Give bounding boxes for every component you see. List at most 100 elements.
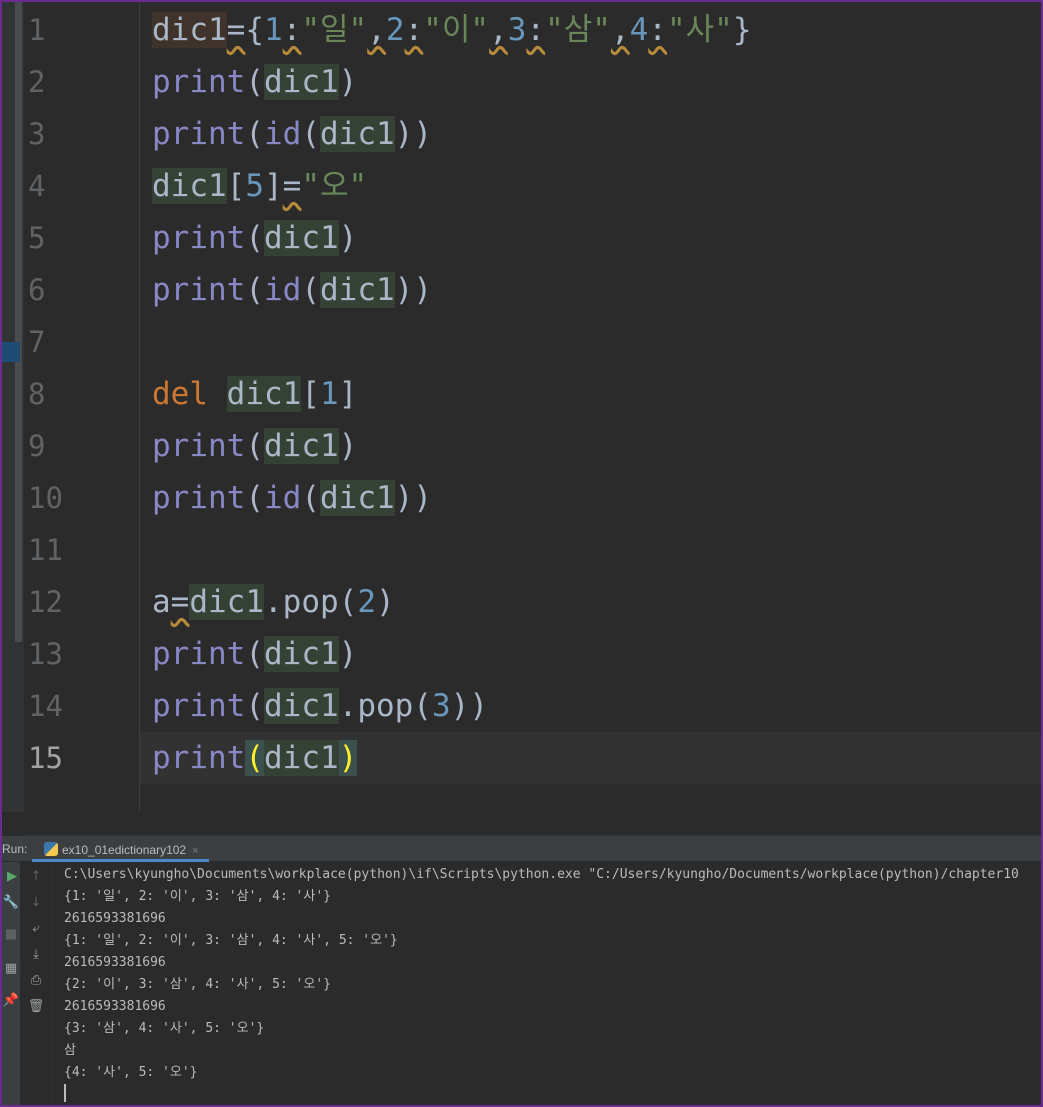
structure-strip — [2, 2, 24, 812]
soft-wrap-icon[interactable]: ⤶ — [26, 920, 46, 938]
bookmark-marker — [2, 342, 20, 362]
code-token: ( — [301, 480, 320, 516]
code-line[interactable]: print(id(dic1)) — [152, 472, 432, 524]
line-number[interactable]: 1 — [24, 4, 134, 56]
code-token: ) — [338, 636, 358, 672]
code-token: ( — [245, 64, 264, 100]
code-line[interactable]: dic1[5]="오" — [152, 160, 367, 212]
line-number[interactable]: 7 — [24, 316, 134, 368]
console-output-line: 2616593381696 — [64, 911, 166, 926]
code-token: print — [152, 428, 246, 464]
line-number-gutter: 1 2 3 4 5 6 7 8 9 10 11 12 13 14 15 — [24, 2, 140, 812]
layout-icon[interactable]: ▦ — [2, 960, 21, 978]
console-input-line[interactable] — [64, 1084, 1041, 1105]
code-token: , — [367, 12, 386, 48]
print-icon[interactable]: ⎙ — [26, 972, 46, 990]
code-token: dic1 — [264, 688, 339, 724]
code-token: "일" — [301, 12, 368, 48]
code-token: dic1 — [264, 740, 339, 776]
code-token: id — [264, 116, 302, 152]
code-token: 2 — [357, 584, 376, 620]
console-output-line: 2616593381696 — [64, 955, 166, 970]
code-line[interactable]: print(id(dic1)) — [152, 108, 432, 160]
code-token: 2 — [385, 12, 405, 48]
code-token: dic1 — [320, 272, 395, 308]
code-line[interactable]: print(dic1) — [152, 420, 357, 472]
code-token: : — [648, 12, 667, 48]
console-output-line: 삼 — [64, 1043, 76, 1058]
line-number[interactable]: 13 — [24, 628, 134, 680]
code-token: id — [264, 272, 302, 308]
code-line[interactable]: print(dic1) — [152, 212, 357, 264]
code-token: 3 — [431, 688, 451, 724]
run-console[interactable]: C:\Users\kyungho\Documents\workplace(pyt… — [52, 862, 1041, 1105]
console-output-line: {4: '사', 5: '오'} — [64, 1065, 198, 1080]
up-arrow-icon[interactable]: ↑ — [26, 868, 46, 886]
line-number[interactable]: 15 — [24, 732, 134, 784]
scroll-to-end-icon[interactable]: ⤓ — [26, 946, 46, 964]
code-editor[interactable]: 1 2 3 4 5 6 7 8 9 10 11 12 13 14 15 dic1={1:"일",2:"이",… — [24, 2, 1041, 812]
code-token: dic1 — [264, 428, 339, 464]
code-line[interactable]: print(dic1) — [152, 628, 357, 680]
code-token: dic1 — [320, 116, 395, 152]
line-number[interactable]: 10 — [24, 472, 134, 524]
line-number[interactable]: 8 — [24, 368, 134, 420]
trash-icon[interactable]: 🗑 — [26, 998, 46, 1016]
code-token: print — [152, 116, 246, 152]
code-line[interactable]: print(dic1) — [152, 56, 357, 108]
code-token: ( — [245, 636, 264, 672]
code-token: "사" — [666, 12, 733, 48]
code-token: [ — [301, 376, 320, 412]
code-token: ( — [301, 272, 320, 308]
code-token: 4 — [629, 12, 649, 48]
code-token: print — [152, 636, 246, 672]
code-token: print — [152, 480, 246, 516]
code-token: 1 — [264, 12, 283, 48]
console-output-line: {1: '일', 2: '이', 3: '삼', 4: '사', 5: '오'} — [64, 933, 398, 948]
code-line[interactable]: print(id(dic1)) — [152, 264, 432, 316]
run-toolwindow-header: Run: ex10_01edictionary102 × — [2, 836, 1041, 862]
ide-window: 1 2 3 4 5 6 7 8 9 10 11 12 13 14 15 dic1={1:"일",2:"이",… — [0, 0, 1043, 1107]
line-number[interactable]: 4 — [24, 160, 134, 212]
code-line[interactable]: print(dic1) — [152, 732, 358, 784]
code-token: , — [489, 12, 508, 48]
line-number[interactable]: 12 — [24, 576, 134, 628]
rerun-icon[interactable]: ▶ — [2, 868, 22, 886]
line-number[interactable]: 9 — [24, 420, 134, 472]
down-arrow-icon[interactable]: ↓ — [26, 894, 46, 912]
code-token: ) — [338, 428, 358, 464]
run-config-tab[interactable]: ex10_01edictionary102 × — [32, 836, 209, 862]
line-number[interactable]: 5 — [24, 212, 134, 264]
line-number[interactable]: 3 — [24, 108, 134, 160]
code-token: ( — [301, 116, 320, 152]
line-number[interactable]: 14 — [24, 680, 134, 732]
line-number[interactable]: 11 — [24, 524, 134, 576]
wrench-icon[interactable]: 🔧 — [2, 894, 21, 912]
code-line[interactable]: dic1={1:"일",2:"이",3:"삼",4:"사"} — [152, 4, 752, 56]
code-token: ( — [245, 480, 264, 516]
code-token: ) — [338, 740, 358, 776]
code-token: "삼" — [545, 12, 611, 48]
pin-icon[interactable]: 📌 — [2, 992, 21, 1010]
console-command-line: C:\Users\kyungho\Documents\workplace(pyt… — [64, 867, 1019, 882]
code-token: ] — [264, 168, 283, 204]
python-icon — [44, 842, 58, 856]
code-token: print — [152, 740, 246, 776]
run-left-toolbar: ▶ 🔧 ■ ▦ 📌 — [2, 862, 22, 1105]
code-token: ) — [338, 64, 358, 100]
line-number[interactable]: 6 — [24, 264, 134, 316]
code-line[interactable]: print(dic1.pop(3)) — [152, 680, 488, 732]
code-line[interactable]: a=dic1.pop(2) — [152, 576, 395, 628]
console-output-line: {1: '일', 2: '이', 3: '삼', 4: '사'} — [64, 889, 331, 904]
editor-scrollbar[interactable] — [15, 2, 22, 642]
code-token: { — [245, 12, 264, 48]
code-token: ) — [338, 220, 358, 256]
code-token: = — [282, 168, 302, 204]
console-output-line: 2616593381696 — [64, 999, 166, 1014]
stop-icon[interactable]: ■ — [2, 926, 21, 944]
line-number[interactable]: 2 — [24, 56, 134, 108]
code-line[interactable]: del dic1[1] — [152, 368, 357, 420]
close-icon[interactable]: × — [192, 845, 198, 857]
code-token: dic1 — [152, 168, 227, 204]
